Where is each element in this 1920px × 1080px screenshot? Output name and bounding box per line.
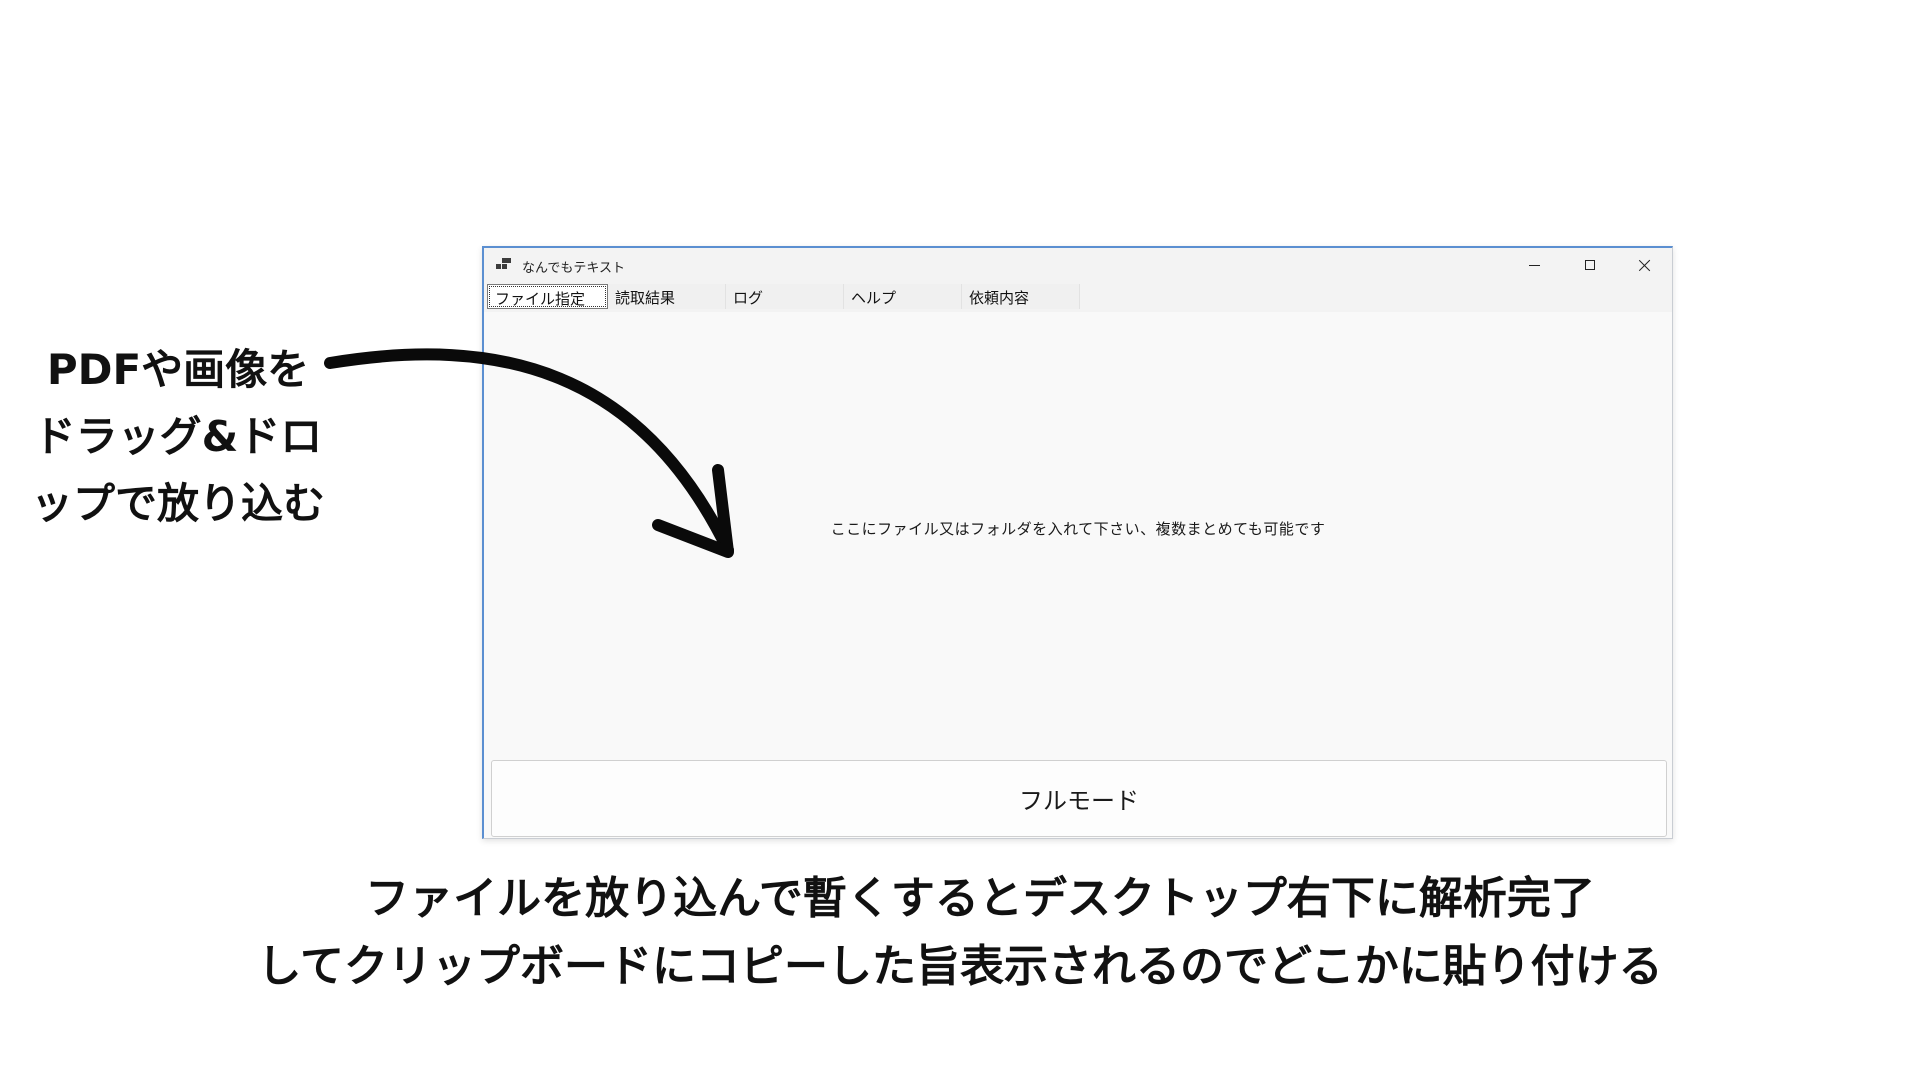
window-title: なんでもテキスト <box>522 261 625 276</box>
app-icon <box>496 258 512 272</box>
tab-bar: ファイル指定 読取結果 ログ ヘルプ 依頼内容 <box>484 282 1672 313</box>
annotation-bottom-line1: ファイルを放り込んで暫くするとデスクトップ右下に解析完了 <box>365 873 1595 924</box>
minimize-button[interactable] <box>1507 248 1562 282</box>
file-drop-area[interactable]: ここにファイル又はフォルダを入れて下さい、複数まとめても可能です <box>484 312 1672 754</box>
tab-help[interactable]: ヘルプ <box>844 284 962 309</box>
tab-file-select[interactable]: ファイル指定 <box>487 284 608 309</box>
annotation-bottom-line2: してクリップボードにコピーした旨表示されるのでどこかに貼り付ける <box>257 941 1663 992</box>
app-window: なんでもテキスト ファイル指定 読取結果 ログ ヘルプ 依頼内容 ここにファイル… <box>482 246 1673 839</box>
drop-hint-text: ここにファイル又はフォルダを入れて下さい、複数まとめても可能です <box>830 520 1326 538</box>
tab-request[interactable]: 依頼内容 <box>962 284 1080 309</box>
minimize-icon <box>1529 264 1540 266</box>
close-icon <box>1638 259 1651 272</box>
close-button[interactable] <box>1617 248 1672 282</box>
annotation-drag-drop: PDFや画像を ドラッグ&ドロ ップで放り込む <box>30 345 325 528</box>
maximize-button[interactable] <box>1562 248 1617 282</box>
tab-read-results[interactable]: 読取結果 <box>608 284 726 309</box>
title-bar[interactable]: なんでもテキスト <box>484 248 1672 282</box>
maximize-icon <box>1584 260 1595 270</box>
tab-log[interactable]: ログ <box>726 284 844 309</box>
canvas: なんでもテキスト ファイル指定 読取結果 ログ ヘルプ 依頼内容 ここにファイル… <box>0 0 1920 1080</box>
full-mode-button[interactable]: フルモード <box>491 760 1667 837</box>
